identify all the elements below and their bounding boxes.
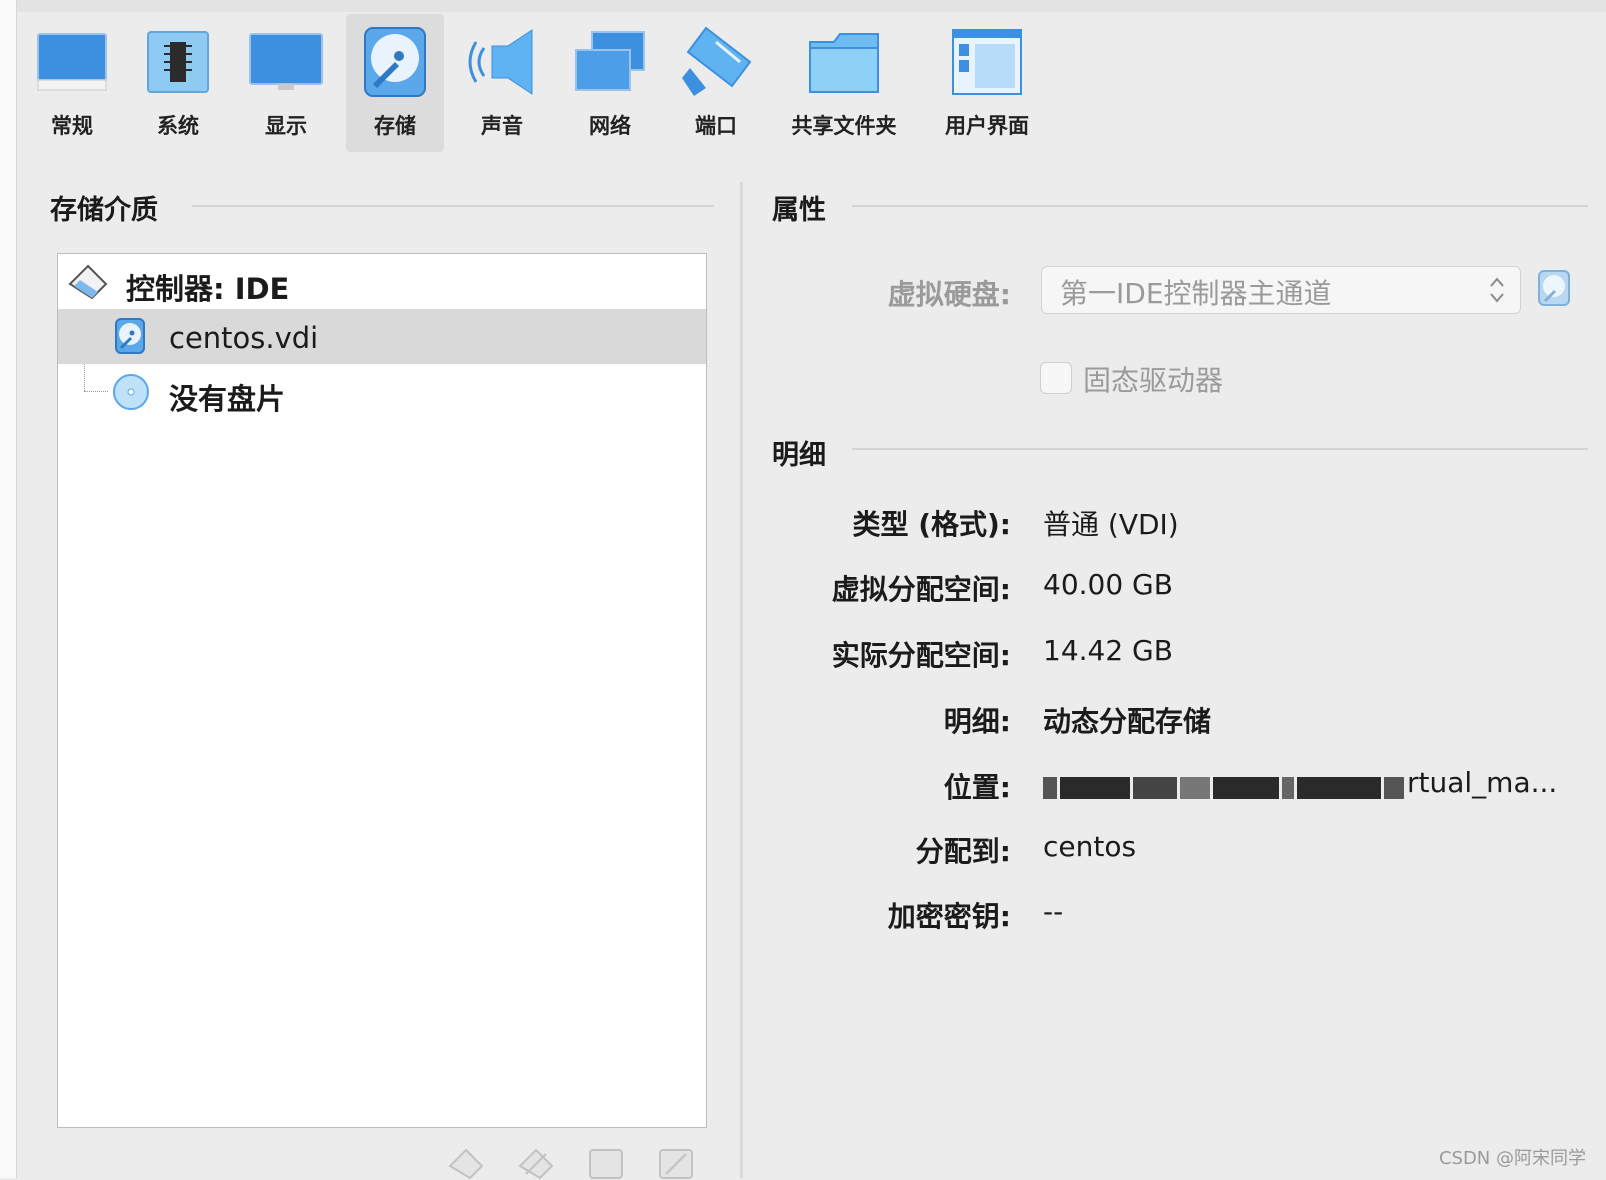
audio-speaker-icon — [468, 29, 533, 95]
shared-folder-icon — [809, 33, 879, 93]
network-icon — [575, 31, 645, 91]
redacted-blur — [1213, 776, 1279, 799]
chevron-up-down-icon — [1490, 277, 1504, 303]
toolbar-display-button[interactable]: 显示 — [238, 14, 334, 152]
toolbar-system-button[interactable]: 系统 — [130, 14, 226, 152]
tree-item-label: 没有盘片 — [169, 382, 286, 416]
watermark-text: CSDN @阿宋同学 — [1438, 1148, 1586, 1169]
redacted-blur — [1043, 776, 1057, 799]
remove-controller-icon[interactable] — [516, 1146, 556, 1180]
redacted-blur — [1297, 776, 1381, 799]
toolbar-label: 存储 — [374, 114, 416, 138]
toolbar-label: 系统 — [157, 114, 199, 138]
detail-type-value: 普通 (VDI) — [1043, 508, 1179, 541]
add-controller-icon[interactable] — [446, 1146, 486, 1180]
optical-disc-icon — [113, 374, 149, 410]
hard-disk-icon — [115, 318, 145, 354]
detail-details-label: 明细: — [943, 705, 1011, 738]
redacted-blur — [1180, 776, 1210, 799]
tree-item-centos-vdi[interactable]: centos.vdi — [58, 309, 706, 364]
window-left-edge — [0, 0, 17, 1178]
general-monitor-icon — [37, 33, 107, 91]
redacted-blur — [1282, 776, 1294, 799]
remove-attachment-icon[interactable] — [656, 1146, 696, 1180]
storage-disk-icon — [364, 27, 426, 97]
detail-type-label: 类型 (格式): — [852, 508, 1011, 541]
detail-attached-to-label: 分配到: — [915, 835, 1011, 868]
section-divider — [192, 205, 714, 207]
detail-attached-to-value: centos — [1043, 830, 1137, 863]
controller-icon — [68, 264, 108, 300]
toolbar-user-interface-button[interactable]: 用户界面 — [924, 14, 1050, 152]
add-attachment-icon[interactable] — [586, 1146, 626, 1180]
ports-plug-icon — [682, 26, 752, 96]
storage-tree[interactable]: 控制器: IDE centos.vdi 没有盘片 — [57, 253, 707, 1128]
toolbar-label: 共享文件夹 — [791, 114, 897, 138]
detail-actual-size-value: 14.42 GB — [1043, 634, 1173, 667]
title-bar — [17, 0, 1606, 12]
toolbar-general-button[interactable]: 常规 — [24, 14, 120, 152]
section-divider — [852, 448, 1588, 450]
redacted-blur — [1060, 776, 1130, 799]
section-divider — [852, 205, 1588, 207]
detail-location-label: 位置: — [943, 771, 1011, 804]
display-monitor-icon — [249, 33, 323, 90]
controller-label: 控制器: IDE — [126, 272, 290, 306]
detail-encryption-key-value: -- — [1043, 895, 1064, 928]
redacted-blur — [1133, 776, 1177, 799]
system-chip-icon — [147, 31, 209, 93]
toolbar-label: 声音 — [481, 114, 523, 138]
user-interface-icon — [952, 29, 1022, 95]
ssd-checkbox[interactable] — [1040, 362, 1072, 394]
ssd-label: 固态驱动器 — [1083, 364, 1224, 397]
tree-item-empty-disc[interactable]: 没有盘片 — [58, 364, 706, 419]
toolbar-label: 显示 — [265, 114, 307, 138]
storage-media-title: 存储介质 — [50, 195, 158, 226]
detail-actual-size-label: 实际分配空间: — [831, 639, 1011, 672]
redacted-blur — [1384, 776, 1404, 799]
detail-virtual-size-value: 40.00 GB — [1043, 568, 1173, 601]
toolbar-audio-button[interactable]: 声音 — [454, 14, 550, 152]
tree-item-label: centos.vdi — [169, 321, 319, 355]
virtual-disk-value: 第一IDE控制器主通道 — [1060, 277, 1332, 310]
location-visible-text: rtual_ma... — [1407, 766, 1558, 799]
toolbar-network-button[interactable]: 网络 — [562, 14, 658, 152]
settings-toolbar: 常规 系统 显示 存储 声音 网络 端口 共享文件夹 用户界面 — [24, 12, 1124, 157]
tree-controller-ide[interactable]: 控制器: IDE — [58, 254, 706, 309]
details-title: 明细 — [772, 440, 826, 471]
toolbar-label: 网络 — [589, 114, 631, 138]
toolbar-shared-folders-button[interactable]: 共享文件夹 — [776, 14, 912, 152]
virtual-disk-select[interactable]: 第一IDE控制器主通道 — [1041, 266, 1521, 314]
detail-location-value: rtual_ma... — [1043, 766, 1588, 806]
detail-virtual-size-label: 虚拟分配空间: — [831, 573, 1011, 606]
detail-details-value: 动态分配存储 — [1043, 705, 1212, 738]
panel-separator — [740, 182, 743, 1178]
toolbar-label: 常规 — [51, 114, 93, 138]
choose-disk-icon[interactable] — [1536, 268, 1572, 308]
toolbar-label: 端口 — [695, 114, 737, 138]
storage-tree-tools — [440, 1146, 710, 1180]
detail-encryption-key-label: 加密密钥: — [887, 900, 1011, 933]
toolbar-storage-button[interactable]: 存储 — [346, 14, 444, 152]
virtual-disk-label: 虚拟硬盘: — [887, 278, 1011, 311]
toolbar-label: 用户界面 — [945, 114, 1029, 138]
attributes-title: 属性 — [772, 195, 826, 226]
toolbar-ports-button[interactable]: 端口 — [668, 14, 764, 152]
